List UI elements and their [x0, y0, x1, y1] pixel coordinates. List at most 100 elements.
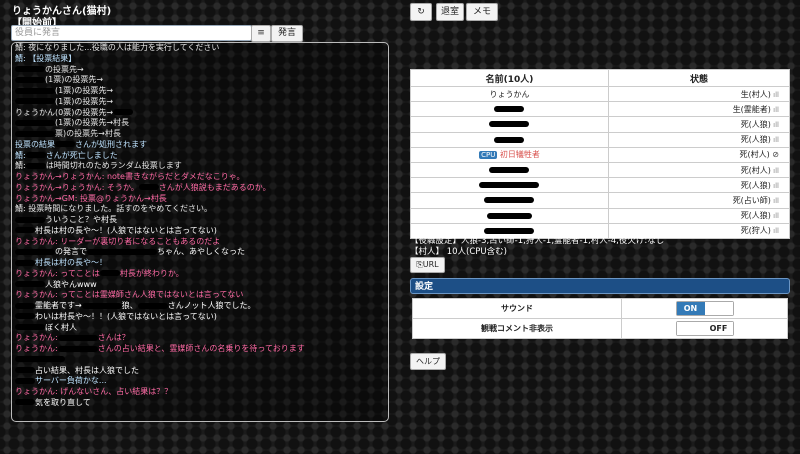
player-status: 生(霊能者) ıll: [607, 101, 791, 118]
log-line: りょうかん→GM: 投票@りょうかん→村長: [15, 193, 167, 203]
redacted-name: [15, 66, 45, 72]
redacted-name: [138, 184, 159, 191]
log-line: りょうかん: ってことは 村長が終わりか。: [15, 268, 184, 278]
chat-menu-button[interactable]: ≡: [251, 25, 271, 42]
player-status: 死(人狼) ıll: [607, 116, 791, 133]
player-row: 死(人狼) ıll: [410, 116, 791, 133]
settings-header: 設定: [410, 278, 790, 294]
redacted-name: [57, 345, 98, 352]
log-line: りょうかん: さんは？: [15, 333, 130, 343]
player-name: りょうかん: [410, 85, 609, 103]
redacted-name: [55, 141, 75, 148]
signal-icon: ıll: [770, 120, 779, 129]
settings-table: サウンド ON 観戦コメント非表示 OFF: [412, 298, 788, 339]
log-line: (1票)の投票先→: [12, 75, 388, 86]
redacted-name: [25, 152, 46, 158]
help-button[interactable]: ヘルプ: [410, 353, 446, 370]
cpu-badge: CPU: [479, 151, 498, 160]
redacted-name: [99, 270, 120, 277]
log-line: 気を取り直して: [12, 398, 388, 409]
player-row: 死(人狼) ıll: [410, 131, 791, 148]
log-line: 霊能者です→ 狼、 さんノット人狼でした。: [12, 301, 388, 312]
log-line: ういうこと？や村長: [12, 215, 388, 226]
log-line: りょうかん: リーダーが裏切り者になることもあるのだよ: [15, 236, 221, 246]
log-line: 鯖: 【投票結果】: [15, 53, 77, 63]
chat-log[interactable]: 鯖: 夜になりました...役職の人は能力を実行してください 鯖: 【投票結果】 の投…: [11, 42, 389, 422]
log-line: りょうかん: さんの占い結果と、霊媒師さんの名乗りを待っております: [15, 344, 305, 353]
redacted-name: [15, 248, 55, 255]
log-line: 鯖: 投票時間になりました。話すのをやめてください。: [15, 204, 212, 214]
player-status: 死(村人) ⊘: [607, 146, 791, 163]
log-line: (1票)の投票先→村長: [12, 118, 388, 129]
menu-icon: ≡: [257, 28, 265, 38]
url-button[interactable]: ⎘URL: [410, 257, 445, 273]
signal-icon: ıll: [770, 166, 779, 175]
redacted-name: [489, 121, 530, 128]
log-line: 村長は村の長や～！: [12, 258, 388, 269]
player-status: 死(人狼) ıll: [607, 131, 791, 148]
leave-button[interactable]: 退室: [436, 3, 464, 21]
player-status: 死(人狼) ıll: [607, 207, 791, 224]
signal-icon: ıll: [770, 181, 779, 190]
log-line: りょうかん: ってことは霊媒師さん人狼ではないとは言ってない: [15, 290, 244, 300]
sound-toggle[interactable]: ON: [675, 301, 734, 316]
redacted-name: [15, 367, 35, 373]
log-line: りょうかん→りょうかん: note書きながらだとダメだなこりゃ。: [15, 172, 245, 181]
redacted-name: [15, 356, 65, 363]
sound-label: サウンド: [412, 298, 622, 319]
player-status: 死(村人) ıll: [607, 161, 791, 179]
log-line: 鯖: は時間切れのためランダム投票します: [15, 161, 182, 171]
player-row: 死(村人) ıll: [410, 161, 791, 179]
redacted-name: [15, 302, 35, 309]
log-line: 人狼やんwww: [12, 280, 388, 291]
say-button[interactable]: 発言: [271, 25, 303, 42]
redacted-name: [15, 313, 35, 320]
refresh-button[interactable]: ↻: [410, 3, 432, 21]
player-row: 死(人狼) ıll: [410, 177, 791, 194]
village-info: 【村人】 10人(CPU含む): [410, 247, 507, 257]
log-line: 投票の結果 さんが処刑されます: [15, 139, 147, 149]
log-line: の投票先→: [12, 65, 388, 76]
log-line: (1票)の投票先→: [12, 97, 388, 108]
header-status: 状態: [607, 69, 791, 87]
player-row: 死(人狼) ıll: [410, 207, 791, 224]
chat-input[interactable]: 役員に発言: [11, 25, 252, 41]
redacted-name: [489, 167, 530, 174]
log-line: サーバー負荷かな...: [12, 376, 388, 387]
player-name: [410, 161, 609, 179]
log-line: の発言で ちゃん、あやしくなった: [12, 247, 388, 258]
redacted-name: [15, 227, 35, 234]
log-line: (1票)の投票先→: [12, 86, 388, 97]
log-line: りょうかん→りょうかん: そうか。 さんが人狼説もまだあるのか。: [15, 182, 271, 192]
spectator-label: 観戦コメント非表示: [412, 318, 622, 339]
redacted-name: [25, 162, 46, 169]
signal-icon: ıll: [770, 196, 779, 205]
player-status: 死(占い師) ıll: [607, 192, 791, 209]
redacted-name: [486, 212, 532, 219]
player-row: 死(占い師) ıll: [410, 192, 791, 209]
redacted-name: [484, 227, 535, 234]
log-line: ぼく村人: [12, 323, 388, 334]
refresh-icon: ↻: [417, 7, 425, 17]
log-line: りょうかん(0票)の投票先→: [12, 108, 388, 119]
log-line: [12, 355, 388, 366]
redacted-name: [137, 302, 168, 309]
redacted-name: [479, 182, 540, 189]
redacted-name: [15, 76, 45, 83]
player-status: 死(人狼) ıll: [607, 177, 791, 194]
memo-button[interactable]: メモ: [466, 3, 498, 21]
spectator-toggle[interactable]: OFF: [675, 321, 734, 336]
player-row: CPU 初日犠牲者 死(村人) ⊘: [410, 146, 791, 163]
log-line: 票)の投票先→村長: [12, 129, 388, 140]
redacted-name: [15, 281, 45, 287]
log-line: 鯖: さんが死亡しました: [15, 150, 118, 160]
redacted-name: [15, 216, 45, 223]
player-name: [410, 101, 609, 118]
redacted-name: [484, 197, 535, 204]
redacted-name: [15, 259, 35, 266]
player-name: [410, 131, 609, 148]
redacted-name: [87, 248, 157, 255]
redacted-name: [494, 106, 525, 113]
log-line: 村長は村の長や～！(人狼ではないとは言ってない): [12, 226, 388, 237]
player-name: CPU 初日犠牲者: [410, 146, 609, 163]
